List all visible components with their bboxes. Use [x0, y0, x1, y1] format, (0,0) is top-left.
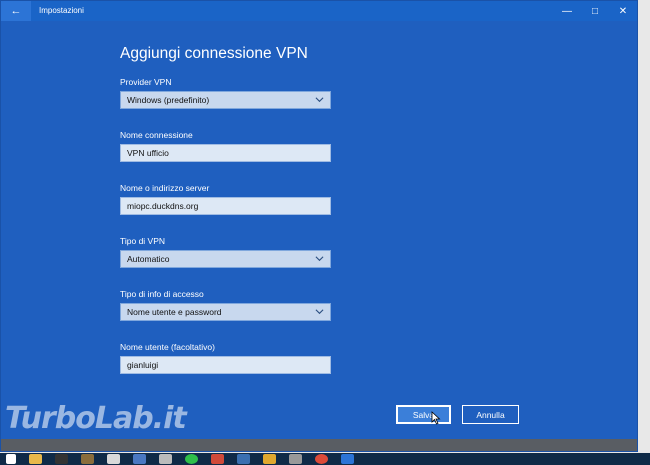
back-button[interactable]: ←	[1, 1, 31, 21]
chevron-down-icon	[315, 309, 324, 315]
cancel-button[interactable]: Annulla	[462, 405, 519, 424]
mouse-cursor-icon	[431, 411, 441, 425]
window-title: Impostazioni	[39, 6, 84, 15]
window-bottom-strip	[1, 439, 637, 451]
connection-name-input[interactable]: VPN ufficio	[120, 144, 331, 162]
settings-icon[interactable]	[341, 454, 354, 464]
chevron-down-icon	[315, 97, 324, 103]
vpn-type-label: Tipo di VPN	[120, 236, 166, 246]
minimize-icon: —	[562, 5, 572, 17]
chevron-down-icon	[315, 256, 324, 262]
server-value: miopc.duckdns.org	[127, 201, 199, 211]
server-input[interactable]: miopc.duckdns.org	[120, 197, 331, 215]
title-bar: ← Impostazioni — □ ✕	[1, 1, 637, 21]
username-input[interactable]: gianluigi	[120, 356, 331, 374]
page-title: Aggiungi connessione VPN	[120, 45, 308, 62]
file-explorer-icon[interactable]	[29, 454, 42, 464]
header-strip	[1, 21, 637, 33]
tool-icon[interactable]	[289, 454, 302, 464]
calculator-icon[interactable]	[159, 454, 172, 464]
connection-name-label: Nome connessione	[120, 130, 193, 140]
mail-icon[interactable]	[211, 454, 224, 464]
signin-type-dropdown[interactable]: Nome utente e password	[120, 303, 331, 321]
provider-dropdown[interactable]: Windows (predefinito)	[120, 91, 331, 109]
username-label: Nome utente (facoltativo)	[120, 342, 215, 352]
app-icon[interactable]	[263, 454, 276, 464]
media-icon[interactable]	[81, 454, 94, 464]
app-icon[interactable]	[237, 454, 250, 464]
signin-type-label: Tipo di info di accesso	[120, 289, 204, 299]
server-label: Nome o indirizzo server	[120, 183, 210, 193]
provider-value: Windows (predefinito)	[127, 95, 210, 105]
document-icon[interactable]	[133, 454, 146, 464]
windows-start-icon[interactable]	[6, 454, 16, 464]
provider-label: Provider VPN	[120, 77, 172, 87]
whatsapp-icon[interactable]	[185, 454, 198, 464]
terminal-icon[interactable]	[55, 454, 68, 464]
watermark-logo: TurboLab.it	[5, 401, 187, 436]
chrome-icon[interactable]	[315, 454, 328, 464]
username-value: gianluigi	[127, 360, 159, 370]
maximize-button[interactable]: □	[581, 1, 609, 21]
save-button[interactable]: Salva	[396, 405, 451, 424]
notepad-icon[interactable]	[107, 454, 120, 464]
maximize-icon: □	[591, 5, 599, 17]
close-button[interactable]: ✕	[609, 1, 637, 21]
signin-type-value: Nome utente e password	[127, 307, 222, 317]
arrow-left-icon: ←	[10, 5, 22, 17]
vpn-type-dropdown[interactable]: Automatico	[120, 250, 331, 268]
taskbar	[0, 453, 650, 465]
close-icon: ✕	[618, 5, 628, 17]
connection-name-value: VPN ufficio	[127, 148, 169, 158]
settings-window: ← Impostazioni — □ ✕ Aggiungi connession…	[0, 0, 638, 452]
vpn-type-value: Automatico	[127, 254, 170, 264]
minimize-button[interactable]: —	[553, 1, 581, 21]
